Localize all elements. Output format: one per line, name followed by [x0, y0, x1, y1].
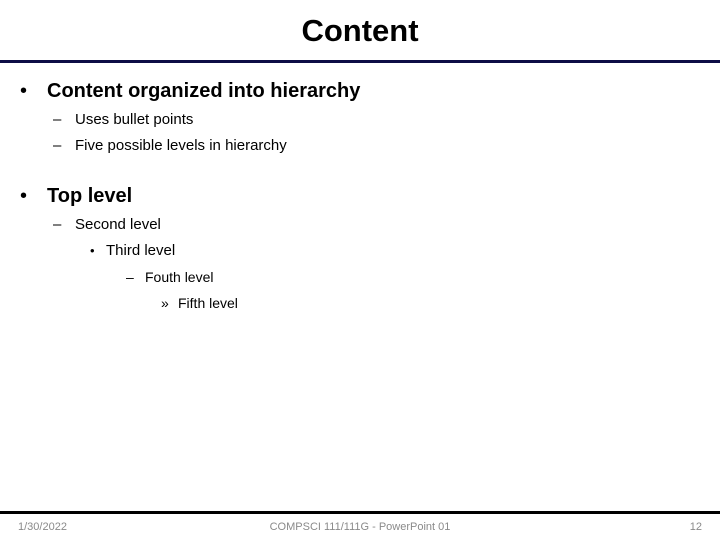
list-item: » Fifth level: [0, 290, 720, 316]
list-item: • Top level: [0, 181, 720, 212]
bullet-guillemet-icon: »: [161, 295, 169, 311]
footer-divider: [0, 511, 720, 514]
list-item: • Content organized into hierarchy: [0, 76, 720, 107]
bullet-dash-icon: –: [53, 137, 62, 154]
footer-course-label: COMPSCI 111/111G - PowerPoint 01: [269, 521, 451, 533]
list-item-label: Uses bullet points: [75, 111, 194, 128]
bullet-dash-icon: –: [126, 269, 134, 285]
bullet-dash-icon: –: [53, 216, 62, 233]
list-item: – Fouth level: [0, 264, 720, 290]
list-item: • Third level: [0, 238, 720, 264]
bullet-dot-icon: •: [20, 80, 28, 102]
slide: Content • Content organized into hierarc…: [0, 0, 720, 540]
list-item-label: Fouth level: [145, 269, 214, 285]
list-item-label: Fifth level: [178, 295, 238, 311]
page-title: Content: [301, 13, 419, 48]
list-item: – Five possible levels in hierarchy: [0, 133, 720, 159]
list-item: – Second level: [0, 212, 720, 238]
footer-page-number: 12: [689, 521, 702, 533]
footer: 1/30/2022 COMPSCI 111/111G - PowerPoint …: [0, 518, 720, 536]
title-placeholder: Content: [0, 12, 720, 50]
bullet-dash-icon: –: [53, 111, 62, 128]
list-item-label: Third level: [106, 242, 176, 259]
bullet-dot-icon: •: [20, 185, 28, 207]
list-group-spacer: [0, 159, 720, 181]
bullet-dot-icon: •: [90, 243, 95, 258]
list-item-label: Content organized into hierarchy: [47, 80, 361, 102]
list-item-label: Five possible levels in hierarchy: [75, 137, 287, 154]
list-item-label: Second level: [75, 216, 161, 233]
list-item-label: Top level: [47, 185, 133, 207]
title-divider: [0, 60, 720, 63]
content-placeholder: • Content organized into hierarchy – Use…: [0, 76, 720, 316]
list-item: – Uses bullet points: [0, 107, 720, 133]
